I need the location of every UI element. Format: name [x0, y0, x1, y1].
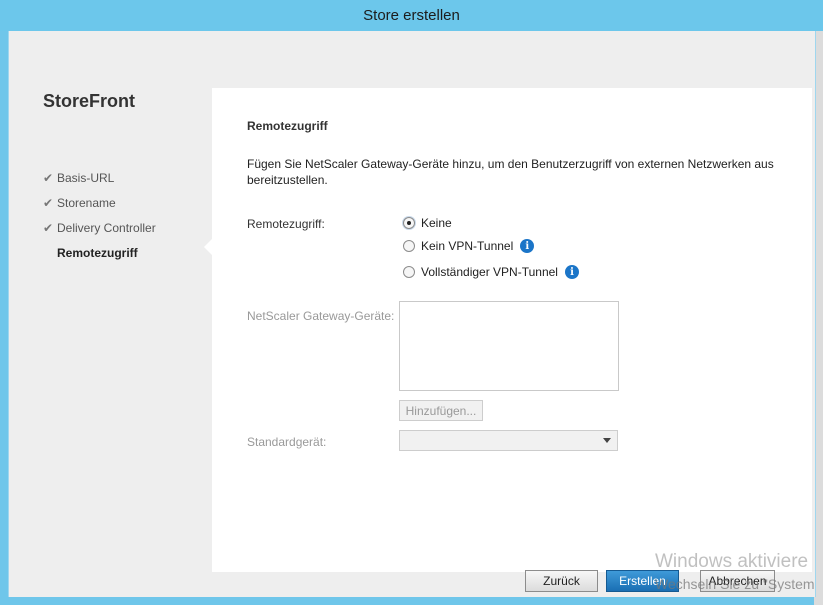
back-button[interactable]: Zurück [525, 570, 598, 592]
window-titlebar: Store erstellen [0, 0, 823, 31]
radio-button[interactable] [403, 266, 415, 278]
radio-keine[interactable]: Keine [403, 216, 452, 230]
radio-label[interactable]: Vollständiger VPN-Tunnel [421, 265, 558, 279]
info-icon[interactable]: i [520, 239, 535, 253]
default-device-label: Standardgerät: [247, 435, 327, 449]
activation-watermark-text: Wechseln Sie zu "System [655, 576, 815, 592]
radio-label[interactable]: Keine [421, 216, 452, 230]
default-device-select[interactable] [399, 430, 618, 451]
step-label: Storename [57, 195, 116, 210]
info-icon[interactable]: i [564, 265, 579, 279]
sidebar: StoreFront ✔ Basis-URL ✔ Storename ✔ Del… [9, 31, 212, 597]
brand-title: StoreFront [43, 91, 135, 111]
active-step-pointer [204, 239, 212, 255]
radio-button[interactable] [403, 217, 415, 229]
gateway-devices-label: NetScaler Gateway-Geräte: [247, 309, 395, 323]
checkmark-icon: ✔ [43, 220, 54, 235]
activation-watermark-title: Windows aktiviere [655, 551, 809, 572]
step-label: Remotezugriff [57, 245, 138, 260]
radio-kein-vpn-tunnel[interactable]: Kein VPN-Tunnel i [403, 239, 535, 253]
step-delivery-controller: ✔ Delivery Controller [43, 215, 156, 240]
step-remotezugriff: Remotezugriff [43, 240, 156, 265]
checkmark-icon: ✔ [43, 170, 54, 185]
radio-button[interactable] [403, 240, 415, 252]
section-title: Remotezugriff [247, 119, 328, 133]
radio-vollstaendiger-vpn-tunnel[interactable]: Vollständiger VPN-Tunnel i [403, 265, 579, 279]
step-storename: ✔ Storename [43, 190, 156, 215]
content-panel: Remotezugriff Fügen Sie NetScaler Gatewa… [212, 88, 812, 572]
chevron-down-icon[interactable] [603, 438, 611, 443]
step-basis-url: ✔ Basis-URL [43, 165, 156, 190]
section-description: Fügen Sie NetScaler Gateway-Geräte hinzu… [247, 157, 774, 187]
step-label: Delivery Controller [57, 220, 156, 235]
remote-access-label: Remotezugriff: [247, 217, 325, 231]
wizard-steps: ✔ Basis-URL ✔ Storename ✔ Delivery Contr… [43, 165, 156, 265]
add-gateway-button[interactable]: Hinzufügen... [399, 400, 483, 421]
checkmark-icon: ✔ [43, 195, 54, 210]
radio-label[interactable]: Kein VPN-Tunnel [421, 239, 513, 253]
step-label: Basis-URL [57, 170, 115, 185]
window-title: Store erstellen [363, 7, 460, 24]
dialog-window: StoreFront ✔ Basis-URL ✔ Storename ✔ Del… [8, 31, 816, 597]
gateway-devices-list[interactable] [399, 301, 619, 391]
